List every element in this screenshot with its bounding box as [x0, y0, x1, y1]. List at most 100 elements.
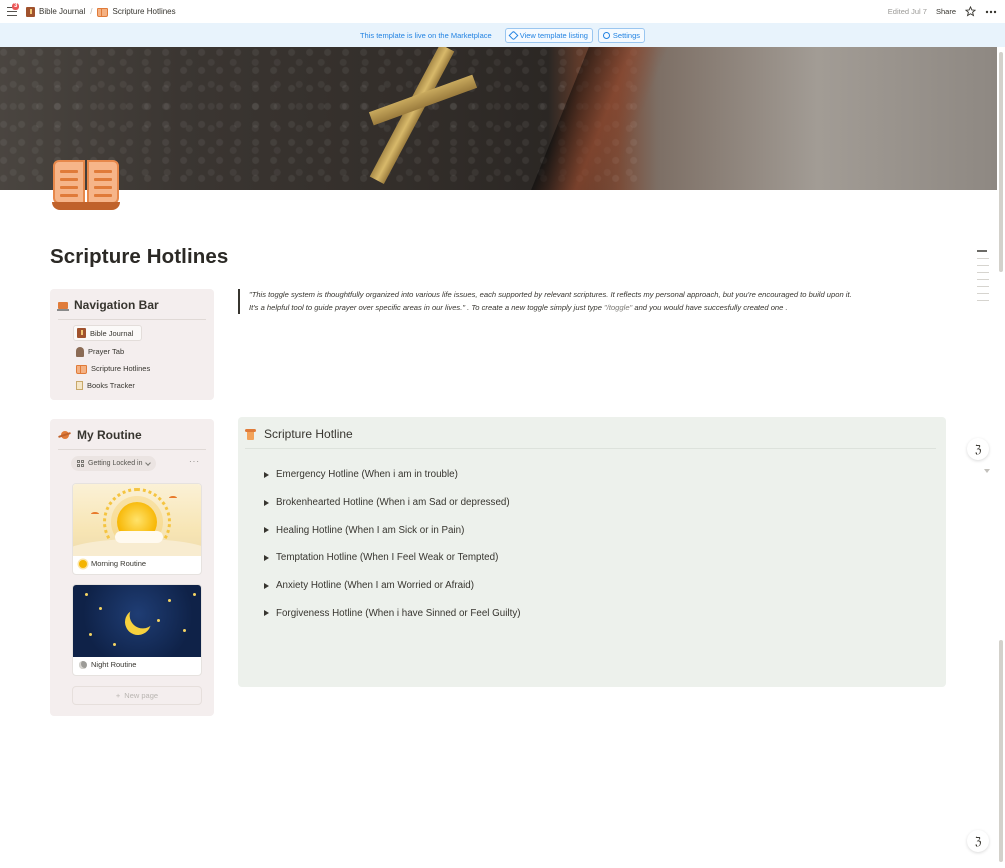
book-line — [94, 178, 112, 181]
scroll-down-icon[interactable] — [984, 469, 990, 473]
my-routine-title: My Routine — [77, 428, 142, 442]
star-icon[interactable] — [965, 6, 976, 17]
database-view-selector[interactable]: Getting Locked in — [71, 456, 157, 471]
book-line — [60, 178, 78, 181]
nav-item-books-tracker[interactable]: Books Tracker — [73, 377, 203, 394]
book-right-page — [87, 160, 119, 204]
quote-text: It's a helpful tool to guide prayer over… — [249, 302, 605, 312]
scrollbar-thumb-lower[interactable] — [999, 640, 1003, 862]
breadcrumb-item-scripture-hotlines[interactable]: Scripture Hotlines — [97, 7, 176, 17]
more-options-icon[interactable] — [985, 10, 997, 14]
night-moon-image — [73, 585, 201, 657]
toggle-brokenhearted-hotline[interactable]: Brokenhearted Hotline (When i am Sad or … — [264, 489, 521, 517]
notification-badge: 3 — [12, 3, 20, 10]
quote-text: and you would have succesfully created o… — [632, 302, 788, 312]
toggle-label: Brokenhearted Hotline (When i am Sad or … — [276, 497, 510, 509]
gear-icon — [602, 31, 610, 39]
nav-item-scripture-hotlines[interactable]: Scripture Hotlines — [73, 360, 203, 377]
breadcrumb-label: Bible Journal — [39, 7, 86, 16]
quote-block[interactable]: "This toggle system is thoughtfully orga… — [238, 289, 938, 315]
cover-image[interactable] — [0, 47, 997, 190]
nav-item-bible-journal[interactable]: Bible Journal — [73, 325, 142, 341]
toggle-label: Anxiety Hotline (When I am Worried or Af… — [276, 580, 475, 592]
view-template-listing-button[interactable]: View template listing — [504, 27, 593, 43]
navigation-bar-card: Navigation Bar Bible Journal Prayer Tab … — [50, 289, 214, 400]
edited-timestamp: Edited Jul 7 — [887, 7, 927, 16]
toggle-triangle-icon[interactable] — [264, 499, 269, 506]
settings-label: Settings — [612, 30, 641, 40]
breadcrumb-separator: / — [90, 7, 93, 16]
book-line — [60, 186, 78, 189]
praying-icon — [76, 346, 84, 357]
settings-button[interactable]: Settings — [597, 27, 646, 43]
breadcrumb: Bible Journal / Scripture Hotlines — [26, 0, 176, 23]
table-of-contents-minimap[interactable] — [977, 250, 989, 307]
toggle-list: Emergency Hotline (When i am in trouble)… — [264, 461, 521, 627]
book-line — [94, 194, 112, 197]
assistant-icon: ℨ — [974, 443, 982, 456]
toggle-triangle-icon[interactable] — [264, 610, 269, 617]
ai-assistant-button-bottom[interactable]: ℨ — [967, 830, 989, 852]
gallery-card-label: Night Routine — [79, 660, 136, 669]
view-label: Getting Locked in — [88, 460, 143, 467]
ledger-icon — [76, 381, 83, 390]
topbar-actions: Edited Jul 7 Share — [888, 0, 997, 23]
plus-icon: + — [115, 691, 121, 700]
book-line — [94, 186, 112, 189]
share-button[interactable]: Share — [936, 7, 956, 16]
page-title[interactable]: Scripture Hotlines — [50, 245, 228, 269]
divider — [245, 448, 936, 449]
toggle-triangle-icon[interactable] — [264, 471, 269, 478]
page-icon-open-book[interactable] — [52, 156, 120, 212]
nav-item-label: Books Tracker — [87, 381, 135, 390]
toggle-anxiety-hotline[interactable]: Anxiety Hotline (When I am Worried or Af… — [264, 572, 521, 600]
gallery-card-night-routine[interactable]: Night Routine — [72, 584, 202, 676]
morning-sunrise-image — [73, 484, 201, 556]
laptop-icon — [57, 301, 69, 311]
toggle-label: Temptation Hotline (When I Feel Weak or … — [276, 552, 499, 564]
toggle-temptation-hotline[interactable]: Temptation Hotline (When I Feel Weak or … — [264, 544, 521, 572]
nav-item-label: Scripture Hotlines — [91, 364, 151, 373]
gallery-card-morning-routine[interactable]: Morning Routine — [72, 483, 202, 575]
breadcrumb-item-bible-journal[interactable]: Bible Journal — [26, 6, 86, 17]
book-cover-base — [52, 202, 120, 210]
book-left-page — [53, 160, 85, 204]
toggle-label: Healing Hotline (When I am Sick or in Pa… — [276, 524, 465, 536]
quote-line-1: "This toggle system is thoughtfully orga… — [249, 290, 852, 299]
gallery-card-title: Morning Routine — [91, 559, 147, 568]
toggle-forgiveness-hotline[interactable]: Forgiveness Hotline (When i have Sinned … — [264, 599, 521, 627]
toggle-healing-hotline[interactable]: Healing Hotline (When I am Sick or in Pa… — [264, 516, 521, 544]
scrollbar-thumb[interactable] — [999, 52, 1003, 272]
database-more-options-icon[interactable]: ··· — [189, 457, 200, 466]
toggle-triangle-icon[interactable] — [264, 554, 269, 561]
toggle-label: Emergency Hotline (When i am in trouble) — [276, 469, 458, 481]
nav-item-label: Bible Journal — [90, 328, 134, 338]
bible-icon — [26, 6, 35, 17]
quote-line-2: It's a helpful tool to guide prayer over… — [249, 302, 938, 315]
assistant-icon: ℨ — [974, 835, 982, 848]
toggle-triangle-icon[interactable] — [264, 582, 269, 589]
scripture-hotline-callout: Scripture Hotline Emergency Hotline (Whe… — [238, 417, 946, 687]
toggle-triangle-icon[interactable] — [264, 527, 269, 534]
open-book-icon — [76, 364, 87, 374]
toggle-emergency-hotline[interactable]: Emergency Hotline (When i am in trouble) — [264, 461, 521, 489]
moon-icon — [79, 660, 87, 669]
gallery-card-title: Night Routine — [91, 660, 137, 669]
book-line — [60, 194, 78, 197]
navigation-bar-heading: Navigation Bar — [57, 298, 159, 312]
scripture-hotline-title: Scripture Hotline — [264, 427, 353, 441]
scripture-hotline-heading[interactable]: Scripture Hotline — [245, 427, 353, 441]
book-line — [60, 170, 78, 173]
divider — [58, 319, 206, 320]
new-page-button[interactable]: + New page — [72, 686, 202, 705]
bible-icon — [77, 328, 86, 338]
nav-item-prayer-tab[interactable]: Prayer Tab — [73, 343, 203, 360]
scroll-icon — [245, 428, 256, 440]
book-line — [94, 170, 112, 173]
planet-icon — [58, 431, 71, 439]
ai-assistant-button[interactable]: ℨ — [967, 438, 989, 460]
my-routine-heading: My Routine — [58, 428, 142, 442]
chevron-down-icon — [145, 459, 152, 466]
new-page-label: New page — [124, 691, 159, 700]
divider — [58, 449, 206, 450]
